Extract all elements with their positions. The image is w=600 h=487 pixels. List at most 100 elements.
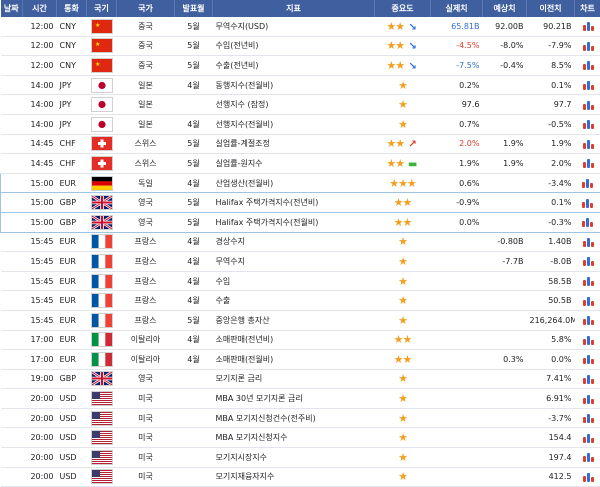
period-cell: 4월 — [175, 252, 213, 272]
currency-cell: EUR — [57, 310, 87, 330]
chart-icon[interactable] — [582, 432, 594, 444]
header-indicator: 지표 — [213, 0, 375, 17]
chart-icon[interactable] — [582, 353, 594, 365]
previous-value: 0.1% — [527, 75, 575, 95]
chart-icon[interactable] — [582, 79, 594, 91]
chart-icon[interactable] — [582, 138, 594, 150]
currency-cell: USD — [57, 448, 87, 468]
previous-value: 90.21B — [527, 17, 575, 36]
indicator-name[interactable]: 동행지수(전월비) — [213, 75, 375, 95]
country-cell: 미국 — [117, 389, 175, 409]
chart-icon[interactable] — [582, 295, 594, 307]
indicator-name[interactable]: 실업률-원지수 — [213, 154, 375, 174]
table-row[interactable]: 17:00EUR이탈리아4월소매판매(전월비)★★ 0.3%0.0% — [1, 350, 600, 370]
indicator-name[interactable]: 실업률-계절조정 — [213, 134, 375, 154]
table-row[interactable]: 20:00USD미국MBA 30년 모기지론 금리★ 6.91% — [1, 389, 600, 409]
chart-icon[interactable] — [581, 197, 593, 209]
chart-icon[interactable] — [582, 412, 594, 424]
indicator-name[interactable]: 수입(전년비) — [213, 36, 375, 56]
time-cell: 14:00 — [23, 114, 57, 134]
table-row[interactable]: 15:45EUR프랑스4월무역수지★ -7.7B-8.0B — [1, 252, 600, 272]
table-row[interactable]: 14:00JPY일본선행지수 (잠정)★ 97.697.7 — [1, 95, 600, 115]
indicator-name[interactable]: 선행지수 (잠정) — [213, 95, 375, 115]
indicator-name[interactable]: 모기지시장지수 — [213, 448, 375, 468]
table-row[interactable]: 17:00EUR이탈리아4월소매판매(전년비)★★ 5.8% — [1, 330, 600, 350]
table-row[interactable]: 14:45CHF스위스5월실업률-원지수★★ ▬1.9%1.9%2.0% — [1, 154, 600, 174]
chart-icon[interactable] — [582, 118, 594, 130]
importance-stars-icon: ★ — [398, 294, 407, 307]
indicator-name[interactable]: 소매판매(전년비) — [213, 330, 375, 350]
table-row[interactable]: 14:45CHF스위스5월실업률-계절조정★★ ↗2.0%1.9%1.9% — [1, 134, 600, 154]
date-cell — [1, 369, 23, 389]
chart-icon[interactable] — [582, 255, 594, 267]
time-cell: 17:00 — [23, 350, 57, 370]
actual-value: -0.9% — [431, 193, 483, 213]
indicator-name[interactable]: 선행지수(전월비) — [213, 114, 375, 134]
table-row[interactable]: 20:00USD미국MBA 모기지신청지수★ 154.4 — [1, 428, 600, 448]
importance-stars-icon: ★★ — [386, 20, 404, 33]
table-row[interactable]: 15:00GBP영국5월Halifax 주택가격지수(전월비)★★ 0.0%-0… — [1, 212, 600, 232]
currency-cell: CNY — [57, 17, 87, 36]
chart-icon[interactable] — [582, 373, 594, 385]
indicator-name[interactable]: MBA 30년 모기지론 금리 — [213, 389, 375, 409]
table-row[interactable]: 12:00CNY★중국5월무역수지(USD)★★ ↘65.81B92.00B90… — [1, 17, 600, 36]
chart-icon[interactable] — [582, 451, 594, 463]
time-cell: 20:00 — [23, 408, 57, 428]
indicator-name[interactable]: 무역수지(USD) — [213, 17, 375, 36]
chart-icon[interactable] — [582, 314, 594, 326]
previous-value: 2.0% — [527, 154, 575, 174]
chart-icon[interactable] — [582, 40, 594, 52]
table-row[interactable]: 12:00CNY★중국5월수출(전년비)★★ ↘-7.5%-0.4%8.5% — [1, 56, 600, 76]
table-row[interactable]: 14:00JPY일본4월선행지수(전월비)★ 0.7%-0.5% — [1, 114, 600, 134]
indicator-name[interactable]: 수출(전년비) — [213, 56, 375, 76]
date-cell — [1, 193, 23, 213]
currency-cell: EUR — [57, 173, 87, 193]
previous-value: 1.40B — [527, 232, 575, 252]
table-row[interactable]: 19:00GBP영국모기지론 금리★ 7.41% — [1, 369, 600, 389]
actual-value — [431, 310, 483, 330]
indicator-name[interactable]: 수입 — [213, 271, 375, 291]
indicator-name[interactable]: 모기지론 금리 — [213, 369, 375, 389]
chart-icon[interactable] — [582, 236, 594, 248]
importance-stars-icon: ★★ — [394, 216, 412, 229]
indicator-name[interactable]: MBA 모기지신청지수 — [213, 428, 375, 448]
header-actual: 실제치 — [431, 0, 483, 17]
country-cell: 일본 — [117, 75, 175, 95]
indicator-name[interactable]: 소매판매(전월비) — [213, 350, 375, 370]
chart-icon[interactable] — [581, 216, 593, 228]
france-flag-icon — [91, 234, 113, 249]
previous-value: 0.0% — [527, 350, 575, 370]
chart-icon[interactable] — [582, 20, 594, 32]
country-cell: 스위스 — [117, 134, 175, 154]
indicator-name[interactable]: Halifax 주택가격지수(전년비) — [213, 193, 375, 213]
chart-icon[interactable] — [582, 59, 594, 71]
table-row[interactable]: 15:00EUR독일4월산업생산(전월비)★★★ 0.6%-3.4% — [1, 173, 600, 193]
chart-icon[interactable] — [582, 275, 594, 287]
indicator-name[interactable]: Halifax 주택가격지수(전월비) — [213, 212, 375, 232]
indicator-name[interactable]: MBA 모기지신청건수(전주비) — [213, 408, 375, 428]
forecast-value — [483, 428, 527, 448]
table-row[interactable]: 12:00CNY★중국5월수입(전년비)★★ ↘-4.5%-8.0%-7.9% — [1, 36, 600, 56]
indicator-name[interactable]: 경상수지 — [213, 232, 375, 252]
table-row[interactable]: 15:45EUR프랑스5월중앙은행 총자산★ 216,264.0M — [1, 310, 600, 330]
table-row[interactable]: 15:45EUR프랑스4월수입★ 58.5B — [1, 271, 600, 291]
chart-icon[interactable] — [582, 99, 594, 111]
indicator-name[interactable]: 수출 — [213, 291, 375, 311]
table-row[interactable]: 14:00JPY일본4월동행지수(전월비)★ 0.2%0.1% — [1, 75, 600, 95]
chart-icon[interactable] — [582, 334, 594, 346]
table-row[interactable]: 15:00GBP영국5월Halifax 주택가격지수(전년비)★★ -0.9%0… — [1, 193, 600, 213]
forecast-value: -7.7B — [483, 252, 527, 272]
previous-value: 58.5B — [527, 271, 575, 291]
table-row[interactable]: 15:45EUR프랑스4월수출★ 50.5B — [1, 291, 600, 311]
trend-flat-icon: ▬ — [407, 159, 419, 170]
chart-icon[interactable] — [582, 157, 594, 169]
indicator-name[interactable]: 산업생산(전월비) — [213, 173, 375, 193]
table-row[interactable]: 15:45EUR프랑스4월경상수지★ -0.80B1.40B — [1, 232, 600, 252]
chart-icon[interactable] — [581, 177, 593, 189]
indicator-name[interactable]: 중앙은행 총자산 — [213, 310, 375, 330]
chart-icon[interactable] — [582, 393, 594, 405]
table-row[interactable]: 20:00USD미국모기지시장지수★ 197.4 — [1, 448, 600, 468]
indicator-name[interactable]: 무역수지 — [213, 252, 375, 272]
table-row[interactable]: 20:00USD미국MBA 모기지신청건수(전주비)★ -3.7% — [1, 408, 600, 428]
country-cell: 이탈리아 — [117, 350, 175, 370]
